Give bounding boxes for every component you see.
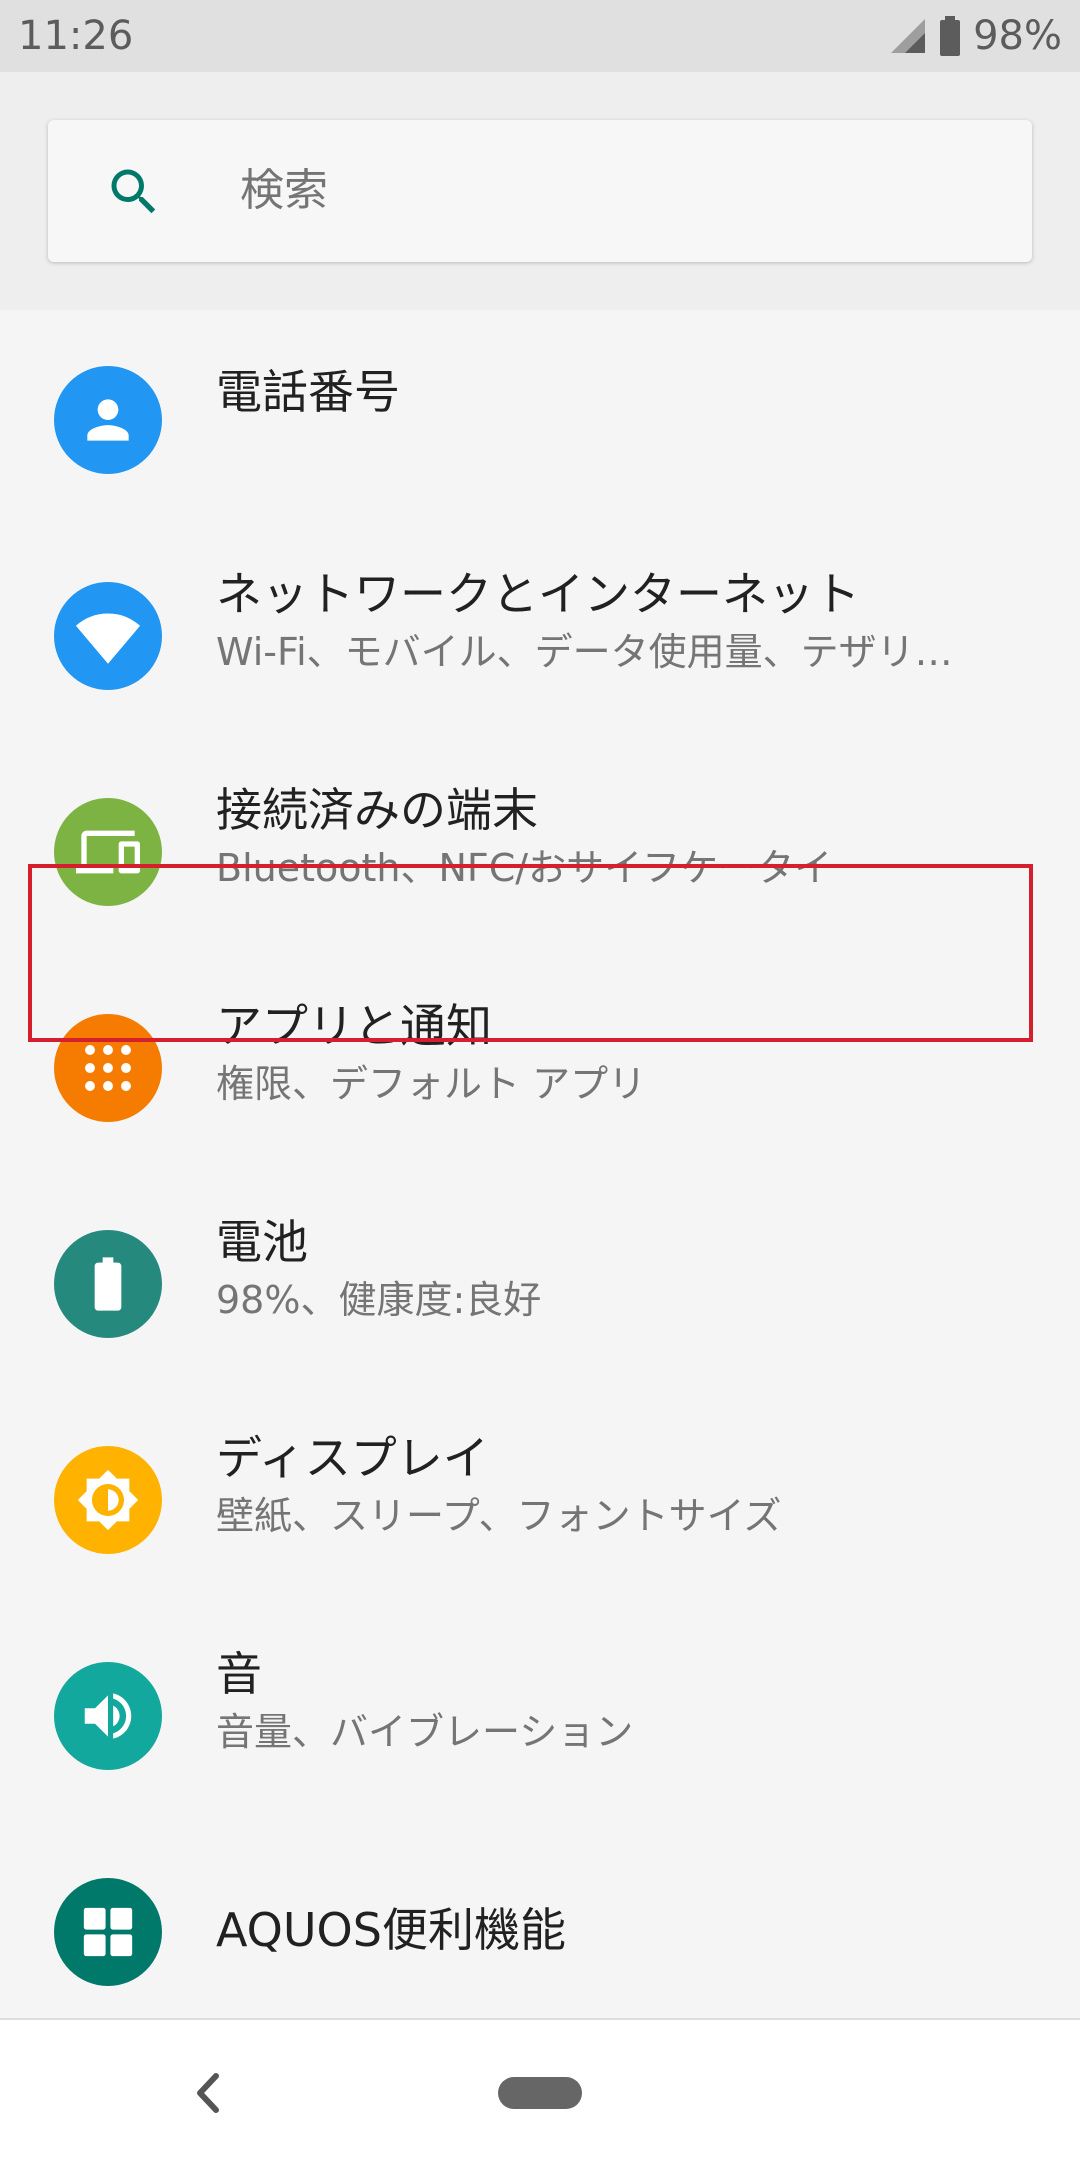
settings-item-title: ネットワークとインターネット <box>216 567 860 621</box>
settings-item-sound[interactable]: 音 音量、バイブレーション <box>0 1606 1080 1822</box>
settings-item-title: 音 <box>216 1647 262 1701</box>
settings-item-battery[interactable]: 電池 98%、健康度:良好 <box>0 1174 1080 1390</box>
signal-icon <box>889 17 927 55</box>
status-time: 11:26 <box>18 13 134 59</box>
battery-percent: 98% <box>973 13 1062 59</box>
grid-icon <box>54 1878 162 1986</box>
settings-item-phone-number[interactable]: 電話番号 <box>0 310 1080 526</box>
home-button[interactable] <box>498 2077 582 2109</box>
settings-item-title: AQUOS便利機能 <box>216 1903 566 1957</box>
settings-item-subtitle: 98%、健康度:良好 <box>216 1278 542 1322</box>
settings-list: 電話番号 ネットワークとインターネット Wi-Fi、モバイル、データ使用量、テザ… <box>0 310 1080 2018</box>
status-bar: 11:26 98% <box>0 0 1080 72</box>
navigation-bar <box>0 2018 1080 2160</box>
person-icon <box>54 366 162 474</box>
volume-icon <box>54 1662 162 1770</box>
settings-item-title: 接続済みの端末 <box>216 783 538 837</box>
search-icon <box>104 162 164 226</box>
settings-item-aquos[interactable]: AQUOS便利機能 <box>0 1822 1080 2038</box>
settings-item-title: 電池 <box>216 1215 308 1269</box>
brightness-icon <box>54 1446 162 1554</box>
search-placeholder: 検索 <box>240 165 328 216</box>
back-icon[interactable] <box>190 2068 226 2122</box>
settings-item-network[interactable]: ネットワークとインターネット Wi-Fi、モバイル、データ使用量、テザリ… <box>0 526 1080 742</box>
search-area: 検索 <box>0 72 1080 310</box>
wifi-icon <box>54 582 162 690</box>
settings-item-subtitle: 権限、デフォルト アプリ <box>216 1062 647 1106</box>
battery-icon <box>54 1230 162 1338</box>
battery-status-icon <box>939 16 961 56</box>
search-bar[interactable]: 検索 <box>48 120 1032 262</box>
settings-item-subtitle: 壁紙、スリープ、フォントサイズ <box>216 1494 782 1538</box>
settings-item-subtitle: Wi-Fi、モバイル、データ使用量、テザリ… <box>216 630 953 674</box>
settings-item-title: ディスプレイ <box>216 1431 489 1485</box>
settings-item-display[interactable]: ディスプレイ 壁紙、スリープ、フォントサイズ <box>0 1390 1080 1606</box>
highlight-box <box>28 864 1033 1042</box>
status-icons: 98% <box>889 10 1062 62</box>
settings-item-title: 電話番号 <box>216 365 400 419</box>
settings-item-subtitle: 音量、バイブレーション <box>216 1710 634 1754</box>
